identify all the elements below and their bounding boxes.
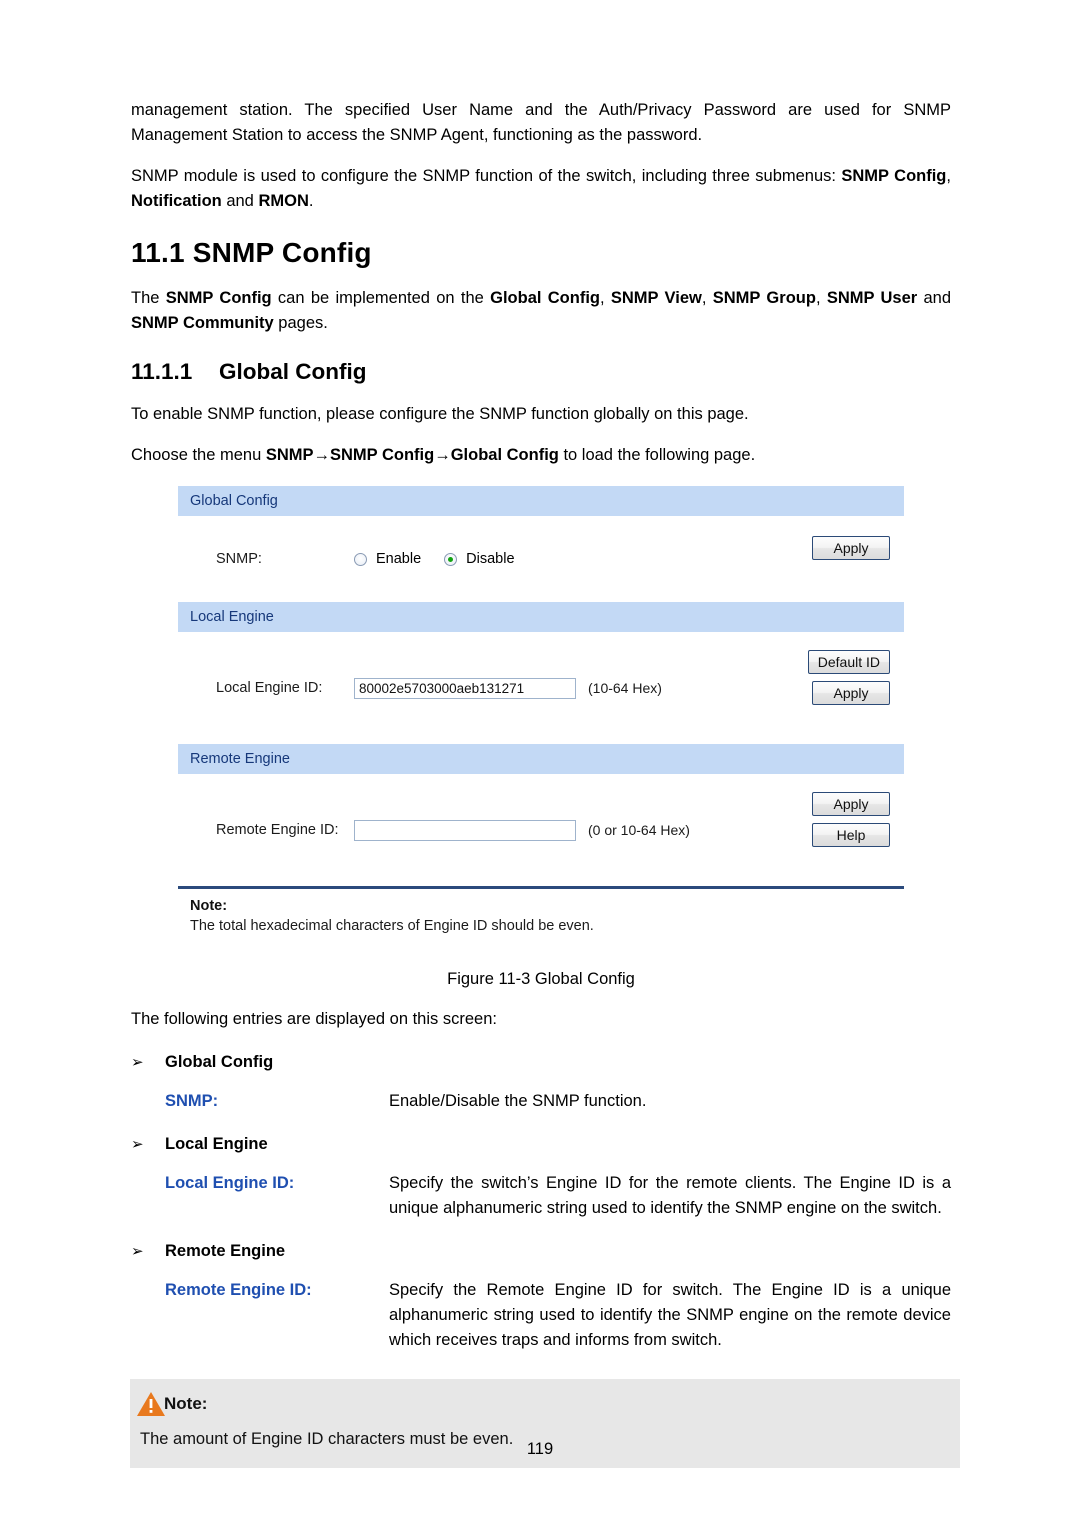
panel-header-local-engine: Local Engine [178, 602, 904, 632]
sec-mid-3: , [701, 289, 713, 307]
row-snmp: SNMP: Enable Disable Apply [178, 516, 904, 602]
figure-caption: Figure 11-3 Global Config [447, 970, 635, 988]
apply-button-local-engine[interactable]: Apply [812, 681, 890, 705]
sec-bold-snmp-group: SNMP Group [712, 289, 816, 307]
sub-p2-menu-path: SNMP→SNMP Config→Global Config [265, 446, 559, 464]
sub-p2-suffix: to load the following page. [558, 446, 756, 464]
entries-intro: The following entries are displayed on t… [131, 1010, 497, 1028]
entry-term-snmp: SNMP: [165, 1092, 219, 1110]
subsection-title: Global Config [219, 359, 367, 384]
entry-group-local-engine: ➢ Local Engine [131, 1132, 951, 1157]
intro-p2-bold-rmon: RMON [258, 192, 309, 210]
page-number: 119 [526, 1440, 554, 1458]
apply-button-remote-engine[interactable]: Apply [812, 792, 890, 816]
panel-header-remote-engine: Remote Engine [178, 744, 904, 774]
sec-bold-snmp-community: SNMP Community [131, 314, 274, 332]
sub-p2-prefix: Choose the menu [131, 446, 266, 464]
sec-mid-5: and [917, 289, 952, 307]
entry-group-remote-engine: ➢ Remote Engine [131, 1239, 951, 1264]
row-remote-engine: Remote Engine ID: (0 or 10-64 Hex) Apply… [178, 774, 904, 886]
radio-enable[interactable] [354, 552, 367, 566]
figure-note-text: The total hexadecimal characters of Engi… [190, 918, 594, 934]
snmp-radio-group[interactable]: Enable Disable [354, 551, 529, 567]
remote-engine-button-column: Apply Help [812, 792, 890, 847]
entry-item-local-engine-id: Local Engine ID: Specify the switch’s En… [131, 1171, 951, 1221]
section-heading: 11.1 SNMP Config [131, 237, 372, 268]
radio-disable-label[interactable]: Disable [466, 551, 514, 567]
default-id-button[interactable]: Default ID [807, 650, 890, 674]
sec-prefix: The [131, 289, 166, 307]
entry-term-remote-engine-id: Remote Engine ID: [165, 1281, 312, 1299]
entry-desc-snmp: Enable/Disable the SNMP function. [389, 1092, 647, 1110]
entry-item-snmp: SNMP: Enable/Disable the SNMP function. [131, 1089, 951, 1114]
figure-wrapper: Global Config SNMP: Enable Disable Apply [131, 486, 951, 954]
snmp-global-config-screen: Global Config SNMP: Enable Disable Apply [178, 486, 904, 954]
intro-p2-sep-2: and [221, 192, 259, 210]
entry-group-global-config: ➢ Global Config [131, 1050, 951, 1075]
document-page: management station. The specified User N… [0, 0, 1080, 1527]
intro-p2-prefix: SNMP module is used to configure the SNM… [131, 167, 842, 185]
sec-bold-snmp-view: SNMP View [610, 289, 702, 307]
global-config-button-column: Apply [812, 536, 890, 560]
bottom-note-title: Note: [164, 1394, 208, 1413]
warning-triangle-icon [137, 1392, 165, 1416]
radio-enable-label[interactable]: Enable [376, 551, 421, 567]
label-snmp: SNMP: [216, 551, 262, 567]
subsection-heading: 11.1.1 Global Config [131, 358, 951, 386]
panel-header-global-config: Global Config [178, 486, 904, 516]
row-local-engine: Local Engine ID: (10-64 Hex) Default ID … [178, 632, 904, 744]
bullet-arrow-icon-1: ➢ [131, 1054, 144, 1071]
page-content: management station. The specified User N… [130, 98, 960, 1468]
intro-p2-sep-1: , [946, 167, 951, 185]
sec-bold-global-config: Global Config [490, 289, 600, 307]
remote-engine-id-input[interactable] [354, 819, 576, 841]
bullet-arrow-icon-2: ➢ [131, 1136, 144, 1153]
intro-p2-bold-snmp-config: SNMP Config [841, 167, 947, 185]
sec-mid-1: can be implemented on the [271, 289, 491, 307]
section-paragraph: The SNMP Config can be implemented on th… [131, 286, 951, 336]
intro-paragraph-2: SNMP module is used to configure the SNM… [131, 164, 951, 214]
sec-bold-snmp-user: SNMP User [826, 289, 918, 307]
label-local-engine-id: Local Engine ID: [216, 680, 323, 696]
entry-group-label-remote-engine: Remote Engine [165, 1242, 286, 1260]
entry-group-label-global-config: Global Config [165, 1053, 274, 1071]
figure-note-title: Note: [190, 898, 228, 914]
local-engine-id-input[interactable] [354, 677, 576, 699]
radio-disable[interactable] [444, 552, 458, 566]
subsection-paragraph-2: Choose the menu SNMP→SNMP Config→Global … [131, 443, 951, 468]
label-remote-engine-id: Remote Engine ID: [216, 822, 339, 838]
intro-p2-bold-notification: Notification [131, 192, 222, 210]
remote-engine-id-hint: (0 or 10-64 Hex) [588, 822, 690, 838]
bullet-arrow-icon-3: ➢ [131, 1243, 144, 1260]
bottom-note-header: Note: [136, 1391, 946, 1417]
sec-suffix: pages. [273, 314, 328, 332]
entry-desc-local-engine-id: Specify the switch’s Engine ID for the r… [389, 1174, 951, 1217]
help-button[interactable]: Help [812, 823, 890, 847]
entry-term-local-engine-id: Local Engine ID: [165, 1174, 295, 1192]
intro-p2-suffix: . [308, 192, 314, 210]
intro-paragraph-1: management station. The specified User N… [131, 101, 951, 144]
entry-desc-remote-engine-id: Specify the Remote Engine ID for switch.… [389, 1281, 951, 1349]
local-engine-id-hint: (10-64 Hex) [588, 680, 662, 696]
subsection-number: 11.1.1 [131, 359, 193, 384]
subsection-paragraph-1: To enable SNMP function, please configur… [131, 405, 749, 423]
local-engine-button-column: Default ID Apply [807, 650, 890, 705]
sec-mid-2: , [600, 289, 611, 307]
sec-bold-snmp-config: SNMP Config [165, 289, 272, 307]
apply-button-global-config[interactable]: Apply [812, 536, 890, 560]
entry-group-label-local-engine: Local Engine [165, 1135, 268, 1153]
entry-item-remote-engine-id: Remote Engine ID: Specify the Remote Eng… [131, 1278, 951, 1353]
sec-mid-4: , [815, 289, 827, 307]
